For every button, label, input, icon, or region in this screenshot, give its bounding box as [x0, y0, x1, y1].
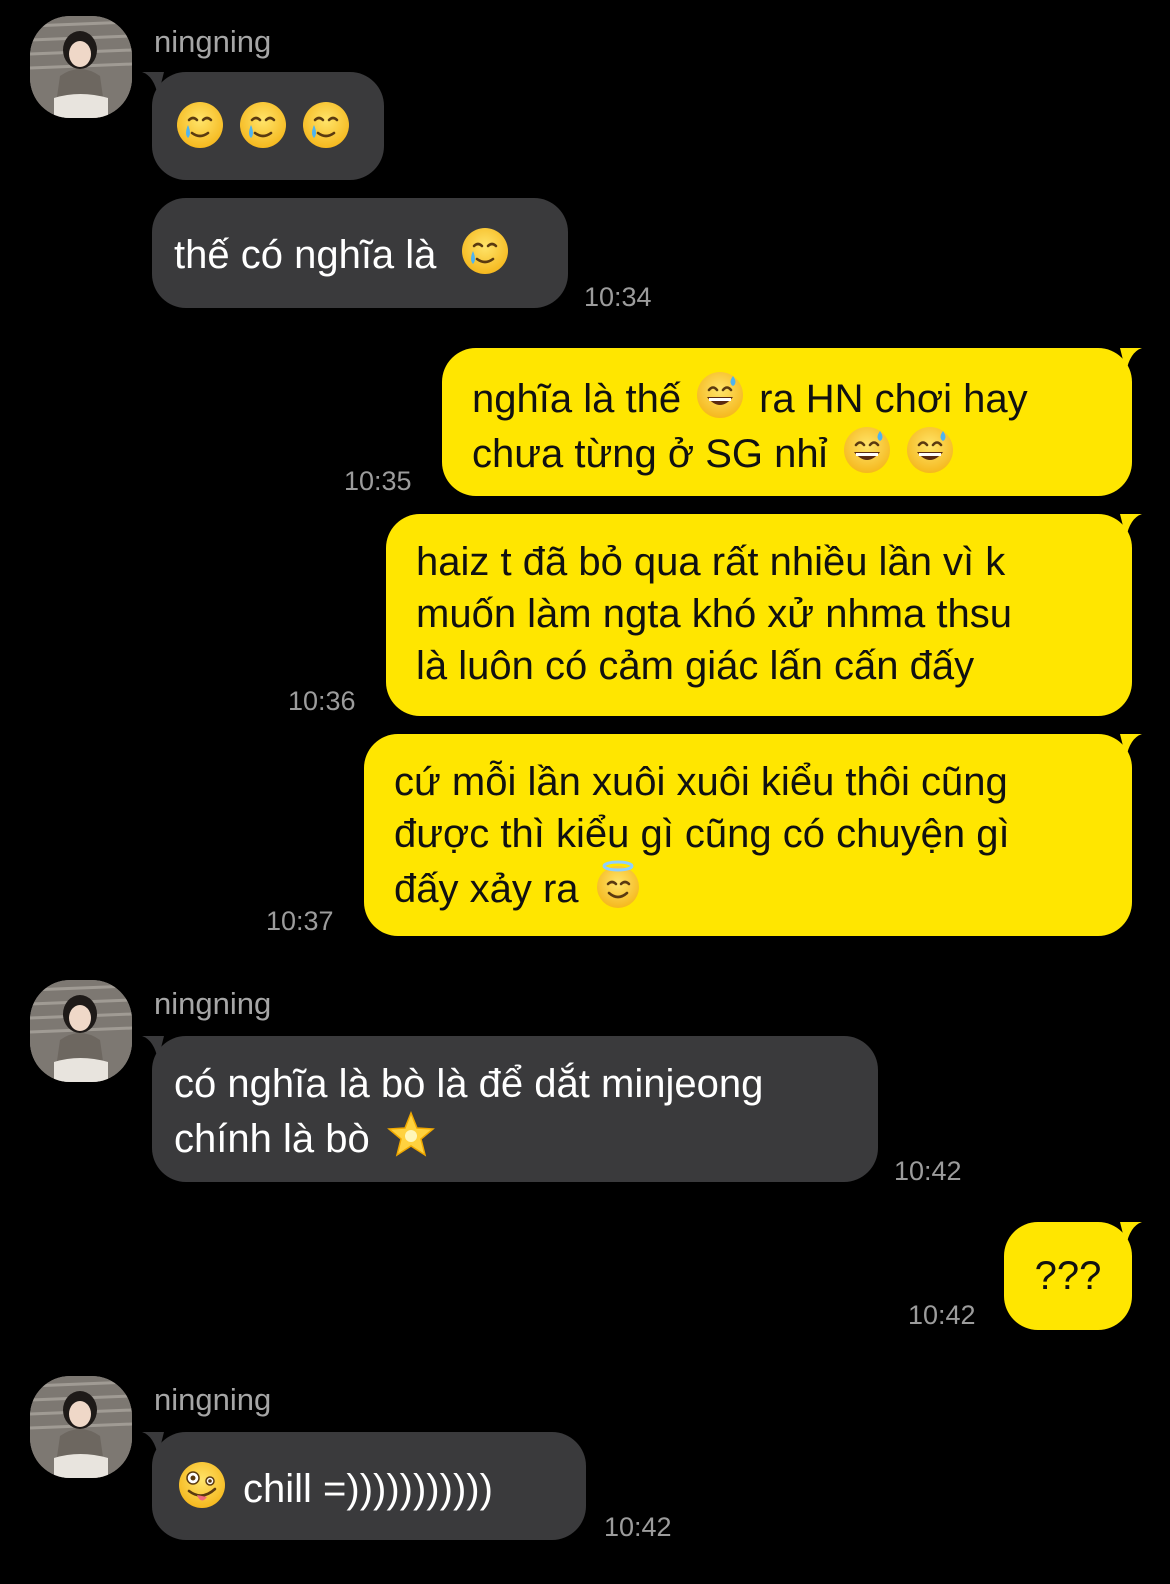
message-bubble-incoming[interactable]: thế có nghĩa là [152, 198, 568, 308]
message-text: chưa từng ở SG nhỉ [472, 432, 828, 476]
contact-avatar[interactable] [30, 1376, 132, 1478]
message-bubble-incoming[interactable] [152, 72, 384, 180]
message-text: cứ mỗi lần xuôi xuôi kiểu thôi cũng [394, 760, 1008, 804]
message-text: được thì kiểu gì cũng có chuyện gì [394, 812, 1010, 856]
crying-smile-emoji [460, 226, 510, 276]
crying-smile-emoji [238, 100, 288, 150]
crying-smile-emoji [301, 100, 351, 150]
message-bubble-incoming[interactable]: có nghĩa là bò là để dắt minjeong chính … [152, 1036, 878, 1182]
message-bubble-incoming[interactable]: chill =))))))))))) [152, 1432, 586, 1540]
message-timestamp: 10:42 [908, 1300, 976, 1330]
zany-face-emoji [177, 1460, 227, 1510]
sender-name: ningning [154, 986, 272, 1021]
message-timestamp: 10:37 [266, 906, 334, 936]
message-text: chính là bò [174, 1117, 370, 1161]
message-text: ra HN chơi hay [759, 377, 1028, 421]
message-text: là luôn có cảm giác lấn cấn đấy [416, 644, 975, 688]
sender-name: ningning [154, 24, 272, 59]
message-bubble-outgoing[interactable]: haiz t đã bỏ qua rất nhiều lần vì k muốn… [386, 514, 1132, 716]
message-text: đấy xảy ra [394, 867, 579, 911]
bubble-tail [142, 1036, 164, 1060]
message-text: ??? [1034, 1254, 1102, 1298]
contact-avatar[interactable] [30, 16, 132, 118]
message-bubble-outgoing[interactable]: ??? [1004, 1222, 1132, 1330]
bubble-tail [1120, 1222, 1142, 1246]
glowing-star-emoji [386, 1110, 436, 1160]
message-text: haiz t đã bỏ qua rất nhiều lần vì k [416, 540, 1006, 584]
message-bubble-outgoing[interactable]: cứ mỗi lần xuôi xuôi kiểu thôi cũng được… [364, 734, 1132, 936]
angel-emoji [593, 860, 643, 910]
sweat-grin-emoji [695, 370, 745, 420]
message-timestamp: 10:42 [894, 1156, 962, 1186]
sender-name: ningning [154, 1382, 272, 1417]
message-text: chill =))))))))))) [243, 1467, 493, 1511]
crying-smile-emoji [175, 100, 225, 150]
sweat-grin-emoji [842, 425, 892, 475]
message-bubble-outgoing[interactable]: nghĩa là thế ra HN chơi hay chưa từng ở S… [442, 348, 1132, 496]
message-text: thế có nghĩa là [174, 233, 437, 277]
message-timestamp: 10:34 [584, 282, 652, 312]
message-timestamp: 10:36 [288, 686, 356, 716]
message-timestamp: 10:35 [344, 466, 412, 496]
bubble-tail [1120, 348, 1142, 372]
message-text: muốn làm ngta khó xử nhma thsu [416, 592, 1012, 636]
contact-avatar[interactable] [30, 980, 132, 1082]
sweat-grin-emoji [905, 425, 955, 475]
bubble-tail [142, 1432, 164, 1456]
message-text: nghĩa là thế [472, 377, 682, 421]
bubble-tail [1120, 734, 1142, 758]
bubble-tail [1120, 514, 1142, 538]
message-text: có nghĩa là bò là để dắt minjeong [174, 1062, 764, 1106]
message-timestamp: 10:42 [604, 1512, 672, 1542]
bubble-tail [142, 72, 164, 96]
